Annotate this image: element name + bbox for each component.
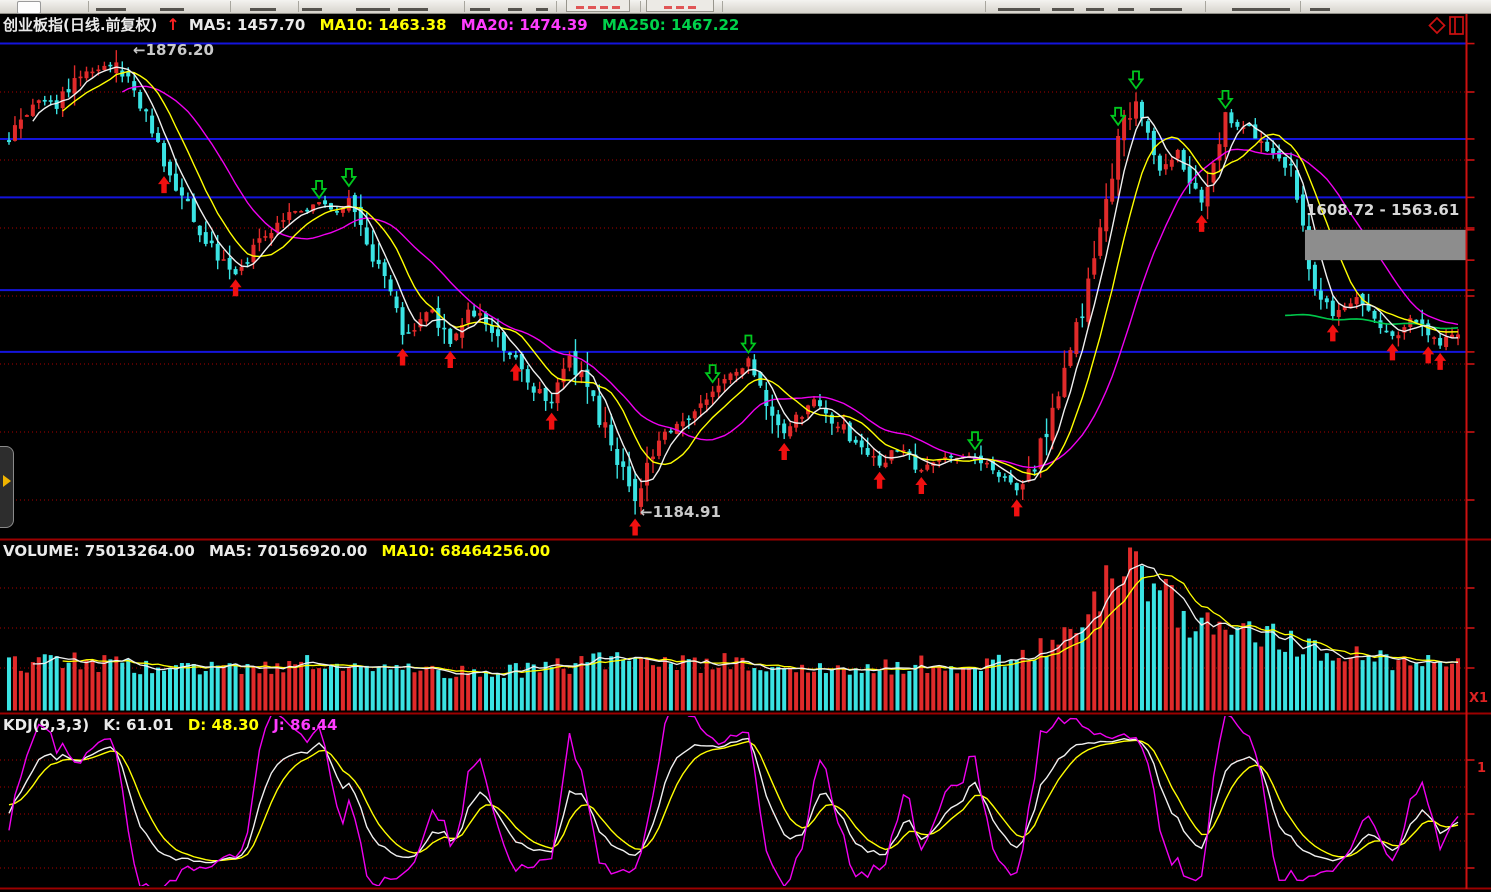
low-price-label: ←1184.91 — [640, 503, 721, 521]
toolbar-separator — [640, 1, 641, 12]
toolbar-separator — [298, 1, 299, 12]
axis-ticks — [1467, 44, 1475, 868]
signal-arrows — [158, 71, 1446, 535]
gap-range-label: 1608.72 - 1563.61 — [1306, 201, 1459, 219]
buy-arrow-icon — [778, 443, 790, 460]
toolbar-item-cutoff[interactable] — [160, 8, 184, 11]
toolbar-separator — [556, 1, 557, 12]
sell-arrow-icon — [742, 335, 755, 352]
ma5-value: MA5: 1457.70 — [189, 16, 306, 34]
sell-arrow-icon — [1130, 71, 1143, 88]
candles — [7, 50, 1460, 514]
kdj-grid — [0, 760, 1467, 868]
buy-arrow-icon — [1434, 353, 1446, 370]
ma250-line — [1285, 315, 1458, 329]
buy-arrow-icon — [1011, 499, 1023, 516]
toolbar-separator — [88, 1, 89, 12]
kdj-name: KDJ(9,3,3) — [3, 716, 89, 734]
chart-corner-icons — [1430, 17, 1464, 34]
kdj-k-value: K: 61.01 — [103, 716, 173, 734]
buy-arrow-icon — [629, 519, 641, 536]
toolbar-separator — [464, 1, 465, 12]
toolbar-item-cutoff[interactable] — [1232, 8, 1290, 11]
symbol-title: 创业板指(日线.前复权) — [3, 16, 157, 34]
trading-app-window: 创业板指(日线.前复权)↑MA5: 1457.70 MA10: 1463.38 … — [0, 0, 1491, 892]
toolbar-item-cutoff[interactable] — [250, 8, 276, 11]
toolbar-item-cutoff[interactable] — [356, 8, 390, 11]
toolbar-separator — [1205, 1, 1206, 12]
toolbar-icon-cutoff[interactable] — [17, 1, 41, 14]
toolbar-button-quote-right[interactable] — [646, 0, 714, 12]
volume-ma5-value: MA5: 70156920.00 — [209, 542, 367, 560]
kdj-d-value: D: 48.30 — [188, 716, 259, 734]
buy-arrow-icon — [444, 351, 456, 368]
toolbar-item-cutoff[interactable] — [536, 8, 548, 11]
diamond-icon[interactable] — [1430, 18, 1445, 33]
volume-bars — [7, 548, 1460, 711]
toolbar-item-cutoff[interactable] — [96, 8, 126, 11]
split-window-icon[interactable] — [1450, 17, 1463, 34]
kdj-j-value: J: 86.44 — [273, 716, 337, 734]
chart-canvas[interactable] — [0, 0, 1491, 892]
toolbar-separator — [230, 1, 231, 12]
ma250-value: MA250: 1467.22 — [602, 16, 739, 34]
ma10-value: MA10: 1463.38 — [320, 16, 447, 34]
buy-arrow-icon — [1422, 346, 1434, 363]
volume-axis-unit-label: X1 — [1469, 691, 1488, 706]
main-chart-header: 创业板指(日线.前复权)↑MA5: 1457.70 MA10: 1463.38 … — [3, 14, 748, 35]
volume-value: VOLUME: 75013264.00 — [3, 542, 195, 560]
ma10-line — [63, 71, 1458, 474]
toolbar-separator — [722, 1, 723, 12]
volume-panel-header: VOLUME: 75013264.00 MA5: 70156920.00 MA1… — [3, 542, 559, 560]
top-toolbar — [0, 0, 1491, 14]
high-price-label: ←1876.20 — [133, 41, 214, 59]
kdj-panel-header: KDJ(9,3,3) K: 61.01 D: 48.30 J: 86.44 — [3, 716, 346, 734]
volume-ma10-value: MA10: 68464256.00 — [382, 542, 551, 560]
signal-up-arrow-icon: ↑ — [166, 15, 179, 34]
toolbar-button-quote-left[interactable] — [566, 0, 630, 12]
buy-arrow-icon — [874, 472, 886, 489]
buy-arrow-icon — [1196, 215, 1208, 232]
buy-arrow-icon — [915, 477, 927, 494]
toolbar-item-cutoff[interactable] — [508, 8, 522, 11]
toolbar-item-cutoff[interactable] — [1086, 8, 1104, 11]
toolbar-item-cutoff[interactable] — [1310, 8, 1330, 11]
buy-arrow-icon — [230, 279, 242, 296]
buy-arrow-icon — [158, 176, 170, 193]
volume-grid — [0, 588, 1467, 668]
sell-arrow-icon — [342, 169, 355, 186]
gap-box — [1305, 230, 1467, 260]
toolbar-item-cutoff[interactable] — [998, 8, 1040, 11]
toolbar-item-cutoff[interactable] — [1150, 8, 1182, 11]
toolbar-item-cutoff[interactable] — [398, 8, 428, 11]
sell-arrow-icon — [313, 181, 326, 198]
toolbar-item-cutoff[interactable] — [1118, 8, 1134, 11]
sell-arrow-icon — [1219, 91, 1232, 108]
buy-arrow-icon — [1327, 324, 1339, 341]
sell-arrow-icon — [969, 432, 982, 449]
left-panel-toggle[interactable] — [0, 446, 14, 528]
kdj-d-line — [9, 740, 1458, 860]
gap-level-lines — [0, 44, 1467, 352]
buy-arrow-icon — [546, 413, 558, 430]
sell-arrow-icon — [706, 365, 719, 382]
expand-arrow-icon — [3, 475, 11, 487]
toolbar-item-cutoff[interactable] — [302, 8, 322, 11]
kdj-axis-label-cutoff: 1 — [1477, 761, 1486, 776]
toolbar-separator — [1300, 1, 1301, 12]
kdj-k-line — [9, 739, 1458, 863]
toolbar-separator — [985, 1, 986, 12]
toolbar-item-cutoff[interactable] — [1052, 8, 1074, 11]
toolbar-item-cutoff[interactable] — [470, 8, 490, 11]
ma20-value: MA20: 1474.39 — [461, 16, 588, 34]
